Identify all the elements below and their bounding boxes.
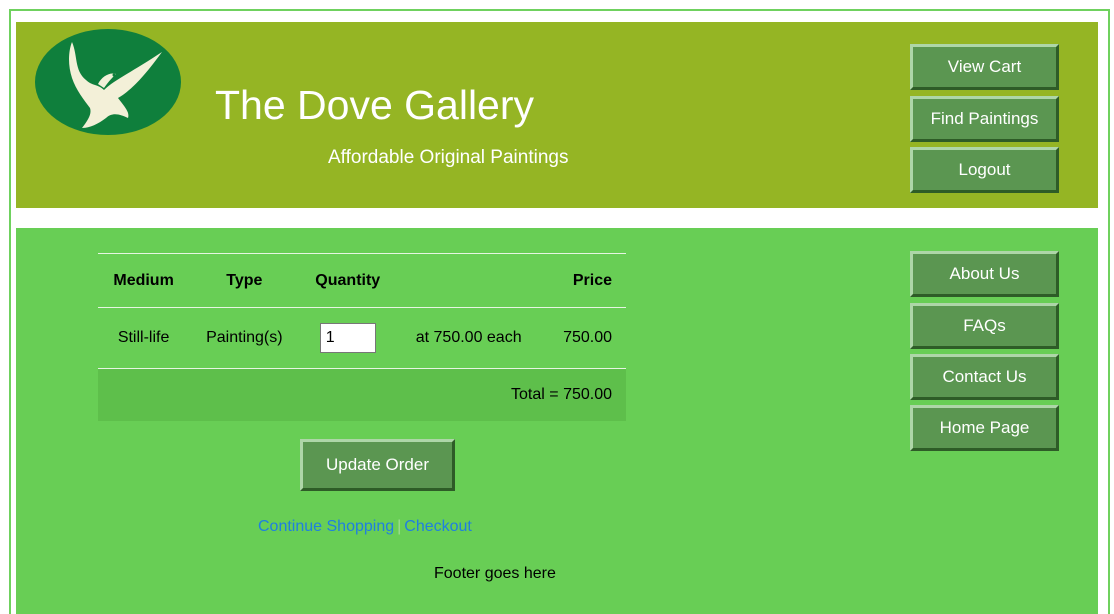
home-page-button[interactable]: Home Page — [910, 405, 1059, 451]
table-header-row: Medium Type Quantity Price — [98, 253, 626, 308]
cart-table: Medium Type Quantity Price Still-life Pa… — [98, 253, 626, 421]
table-row: Still-life Painting(s) at 750.00 each 75… — [98, 308, 626, 369]
cell-type: Painting(s) — [206, 329, 283, 346]
cell-each-price: at 750.00 each — [415, 329, 522, 346]
header-type: Type — [189, 253, 300, 308]
contact-us-button[interactable]: Contact Us — [910, 354, 1059, 400]
header-medium: Medium — [98, 253, 190, 308]
header-each — [395, 253, 542, 308]
total-row: Total = 750.00 — [98, 368, 626, 421]
footer-text: Footer goes here — [434, 565, 556, 582]
find-paintings-button[interactable]: Find Paintings — [910, 96, 1059, 142]
cell-price: 750.00 — [563, 329, 612, 346]
link-separator: | — [397, 518, 402, 535]
update-order-button[interactable]: Update Order — [300, 439, 455, 491]
header-price: Price — [541, 253, 626, 308]
checkout-link[interactable]: Checkout — [404, 518, 472, 535]
about-us-button[interactable]: About Us — [910, 251, 1059, 297]
header-quantity: Quantity — [299, 253, 396, 308]
quantity-input[interactable] — [319, 323, 376, 353]
total-value: Total = 750.00 — [98, 368, 626, 421]
logout-button[interactable]: Logout — [910, 147, 1059, 193]
cell-medium: Still-life — [117, 329, 170, 346]
site-title: The Dove Gallery — [215, 82, 535, 128]
view-cart-button[interactable]: View Cart — [910, 44, 1059, 90]
dove-logo-icon — [35, 29, 181, 135]
faqs-button[interactable]: FAQs — [910, 303, 1059, 349]
continue-shopping-link[interactable]: Continue Shopping — [258, 518, 394, 535]
cart-links: Continue Shopping | Checkout — [258, 518, 472, 536]
site-tagline: Affordable Original Paintings — [328, 147, 569, 168]
cell-quantity — [300, 308, 396, 369]
